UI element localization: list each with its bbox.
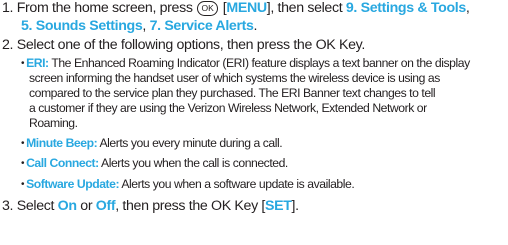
step-1-continuation: 5. Sounds Settings, 7. Service Alerts. [21, 18, 258, 34]
step-2: 2. Select one of the following options, … [2, 37, 365, 53]
ok-key-icon: OK [197, 1, 219, 16]
bullet-icon: • [21, 179, 25, 190]
bullet-icon: • [21, 158, 25, 169]
option-eri-line-5: Roaming. [29, 116, 78, 130]
option-eri-line-3: compared to the service plan they purcha… [29, 86, 436, 100]
bullet-icon: • [21, 138, 25, 149]
option-minute-beep: • Minute Beep: Alerts you every minute du… [21, 136, 283, 150]
option-software-update: • Software Update: Alerts you when a soft… [21, 177, 355, 191]
step-3: 3. Select On or Off, then press the OK K… [2, 198, 299, 214]
option-eri: • ERI: The Enhanced Roaming Indicator (ER… [21, 56, 470, 70]
option-call-connect: • Call Connect: Alerts you when the call … [21, 156, 288, 170]
option-eri-line-4: a customer if they are using the Verizon… [29, 101, 427, 115]
option-eri-line-2: screen informing the handset user of whi… [29, 71, 440, 85]
step-1: 1. From the home screen, press OK [MENU]… [2, 0, 470, 16]
instructions-document: 1. From the home screen, press OK [MENU]… [0, 0, 508, 245]
bullet-icon: • [21, 58, 25, 69]
